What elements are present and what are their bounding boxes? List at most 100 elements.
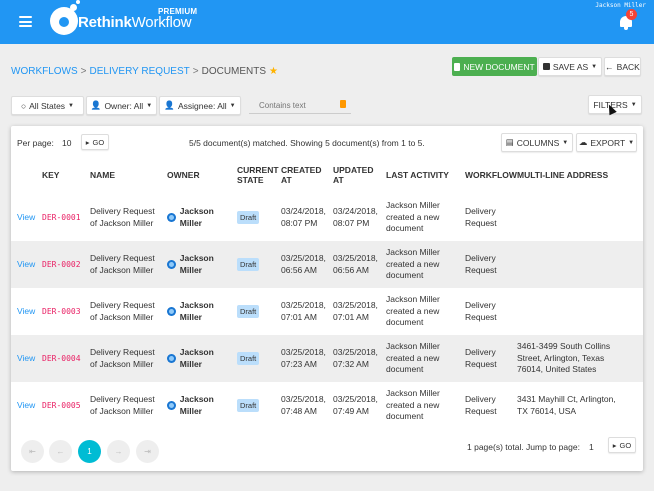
avatar: [167, 213, 176, 222]
header-created-at[interactable]: CREATED AT: [281, 156, 333, 194]
pages-total-text: 1 page(s) total. Jump to page:: [467, 442, 580, 452]
caret-down-icon: ▼: [562, 139, 569, 146]
table-row[interactable]: View DER-0004 Delivery Request of Jackson M…: [11, 335, 643, 382]
export-button[interactable]: ☁ EXPORT ▼: [576, 133, 637, 152]
next-page-button[interactable]: →: [107, 440, 130, 463]
owner-dropdown[interactable]: 👤 Owner: All ▼: [86, 96, 157, 115]
per-page-select[interactable]: 10: [62, 138, 71, 148]
created-at: 03/25/2018, 07:48 AM: [281, 394, 326, 416]
assignee-dropdown[interactable]: 👤 Assignee: All ▼: [159, 96, 241, 115]
owner-label: Owner: All: [104, 100, 144, 111]
jump-go-button[interactable]: ▸ GO: [608, 437, 636, 453]
arrow-left-icon: ←: [605, 61, 614, 72]
header-name[interactable]: NAME: [90, 156, 167, 194]
trash-icon[interactable]: [340, 100, 346, 108]
breadcrumb-separator: >: [192, 66, 199, 77]
updated-at: 03/25/2018, 07:49 AM: [333, 394, 378, 416]
view-link[interactable]: View: [11, 353, 35, 363]
header-workflow[interactable]: WORKFLOW: [465, 156, 517, 194]
document-key: DER-0004: [42, 353, 81, 363]
save-icon: [542, 63, 550, 70]
user-icon: 👤: [164, 100, 175, 110]
go-label: GO: [619, 440, 632, 450]
app-header: RethinkWorkflow PREMIUM Jackson Miller 5: [0, 0, 654, 44]
document-key: DER-0002: [42, 259, 81, 269]
avatar: [167, 260, 176, 269]
document-name: Delivery Request of Jackson Miller: [90, 300, 155, 322]
updated-at: 03/25/2018, 06:56 AM: [333, 253, 378, 275]
workflow: Delivery Request: [465, 347, 497, 369]
table-row[interactable]: View DER-0002 Delivery Request of Jackson M…: [11, 241, 643, 288]
back-button[interactable]: ← BACK: [604, 57, 641, 76]
state-badge: Draft: [237, 257, 260, 272]
caret-down-icon: ▼: [591, 63, 598, 70]
breadcrumb-workflows[interactable]: WORKFLOWS: [11, 66, 78, 77]
per-page-label: Per page:: [17, 138, 54, 148]
owner-cell: Jackson Miller: [167, 300, 237, 323]
table-row[interactable]: View DER-0001 Delivery Request of Jackson M…: [11, 194, 643, 241]
caret-down-icon: ▼: [630, 101, 637, 108]
address: [517, 194, 643, 241]
all-states-dropdown[interactable]: ○ All States ▼: [11, 96, 84, 115]
brand-name: RethinkWorkflow: [78, 14, 192, 31]
last-activity: Jackson Miller created a new document: [386, 341, 440, 375]
header-key[interactable]: KEY: [42, 156, 90, 194]
star-icon[interactable]: ★: [269, 66, 278, 77]
state-badge: Draft: [237, 304, 260, 319]
circle-icon: ○: [21, 100, 27, 111]
breadcrumb-delivery-request[interactable]: DELIVERY REQUEST: [90, 66, 190, 77]
owner-cell: Jackson Miller: [167, 253, 237, 276]
view-link[interactable]: View: [11, 400, 35, 410]
header-owner[interactable]: OWNER: [167, 156, 237, 194]
menu-icon[interactable]: [19, 16, 32, 27]
document-key: DER-0003: [42, 306, 81, 316]
address: [517, 288, 643, 335]
avatar: [167, 401, 176, 410]
owner-cell: Jackson Miller: [167, 206, 237, 229]
jump-page-input[interactable]: 1: [589, 442, 594, 452]
avatar: [167, 354, 176, 363]
page-button-1[interactable]: 1: [78, 440, 101, 463]
prev-page-button[interactable]: ←: [49, 440, 72, 463]
contains-text-input[interactable]: [249, 97, 351, 114]
user-name[interactable]: Jackson Miller: [595, 2, 646, 9]
view-link[interactable]: View: [11, 259, 35, 269]
caret-down-icon: ▼: [628, 139, 635, 146]
columns-button[interactable]: ▤ COLUMNS ▼: [501, 133, 573, 152]
notification-badge: 5: [626, 9, 637, 20]
state-badge: Draft: [237, 398, 260, 413]
created-at: 03/25/2018, 07:01 AM: [281, 300, 326, 322]
back-label: BACK: [616, 61, 640, 72]
last-page-button[interactable]: ⇥: [136, 440, 159, 463]
breadcrumb-separator: >: [80, 66, 87, 77]
document-icon: [454, 62, 461, 71]
cloud-download-icon: ☁: [578, 137, 588, 147]
per-page-go-button[interactable]: ▸ GO: [81, 134, 109, 150]
all-states-label: All States: [29, 100, 66, 111]
created-at: 03/25/2018, 07:23 AM: [281, 347, 326, 369]
created-at: 03/24/2018, 08:07 PM: [281, 206, 326, 228]
table-row[interactable]: View DER-0005 Delivery Request of Jackson M…: [11, 382, 643, 429]
new-document-label: NEW DOCUMENT: [463, 61, 535, 72]
header-current-state[interactable]: CURRENT STATE: [237, 156, 281, 194]
assignee-label: Assignee: All: [177, 100, 227, 111]
new-document-button[interactable]: NEW DOCUMENT: [452, 57, 537, 76]
header-updated-at[interactable]: UPDATED AT: [333, 156, 386, 194]
caret-down-icon: ▼: [68, 102, 74, 109]
header-last-activity[interactable]: LAST ACTIVITY: [386, 156, 465, 194]
address: [517, 241, 643, 288]
table-row[interactable]: View DER-0003 Delivery Request of Jackson M…: [11, 288, 643, 335]
caret-down-icon: ▼: [229, 102, 236, 109]
header-address[interactable]: MULTI-LINE ADDRESS: [517, 156, 643, 194]
first-page-button[interactable]: ⇤: [21, 440, 44, 463]
document-name: Delivery Request of Jackson Miller: [90, 347, 155, 369]
save-as-label: SAVE AS: [552, 61, 589, 72]
last-activity: Jackson Miller created a new document: [386, 388, 440, 422]
view-link[interactable]: View: [11, 306, 35, 316]
save-as-button[interactable]: SAVE AS ▼: [538, 57, 602, 76]
view-link[interactable]: View: [11, 212, 35, 222]
play-icon: ▸: [612, 440, 617, 450]
state-badge: Draft: [237, 210, 260, 225]
document-name: Delivery Request of Jackson Miller: [90, 253, 155, 275]
documents-table: KEY NAME OWNER CURRENT STATE CREATED AT UP…: [11, 156, 643, 429]
